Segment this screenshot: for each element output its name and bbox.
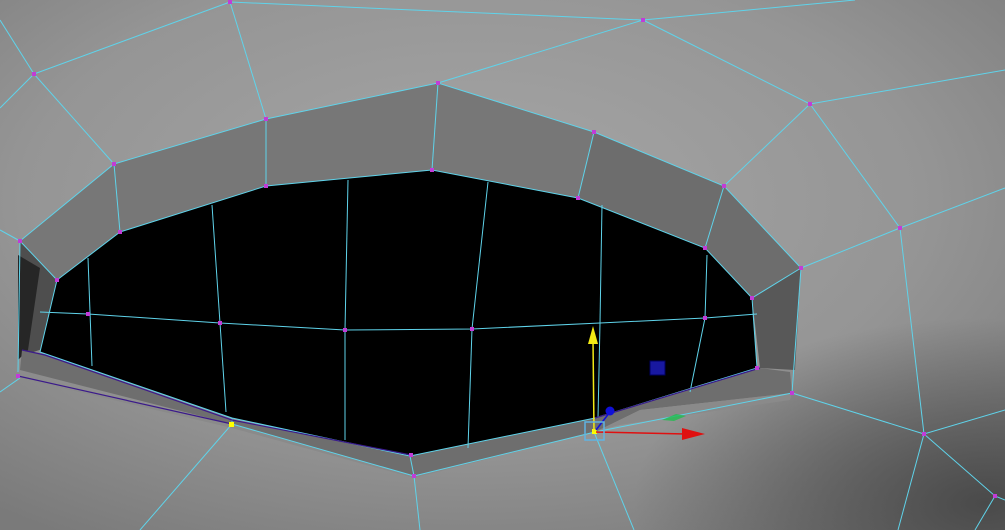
vertex[interactable] — [32, 72, 36, 76]
vertex[interactable] — [218, 321, 222, 325]
vertex[interactable] — [55, 278, 59, 282]
vertex[interactable] — [430, 168, 434, 172]
vertex[interactable] — [922, 432, 926, 436]
vertex[interactable] — [409, 453, 413, 457]
vertex[interactable] — [722, 184, 726, 188]
y-axis-line[interactable] — [592, 339, 595, 433]
vertex[interactable] — [264, 184, 268, 188]
vertex[interactable] — [228, 0, 232, 4]
vertex[interactable] — [703, 246, 707, 250]
vertex[interactable] — [18, 239, 22, 243]
vertex[interactable] — [343, 328, 347, 332]
vertex[interactable] — [118, 230, 122, 234]
vertex[interactable] — [755, 366, 759, 370]
vertex[interactable] — [86, 312, 90, 316]
vertex[interactable] — [264, 117, 268, 121]
vertex[interactable] — [470, 327, 474, 331]
mesh-scene[interactable] — [0, 0, 1005, 530]
vertex[interactable] — [799, 266, 803, 270]
vertex[interactable] — [750, 296, 754, 300]
plane-handle-icon[interactable] — [649, 360, 666, 376]
vertex[interactable] — [993, 494, 997, 498]
vertex[interactable] — [576, 196, 580, 200]
vertex[interactable] — [898, 226, 902, 230]
3d-viewport[interactable] — [0, 0, 1005, 530]
vertex[interactable] — [436, 81, 440, 85]
vertex[interactable] — [412, 474, 416, 478]
vertex[interactable] — [790, 391, 794, 395]
vertex[interactable] — [112, 162, 116, 166]
vertex[interactable] — [641, 18, 645, 22]
vertex[interactable] — [808, 102, 812, 106]
vertex[interactable] — [703, 316, 707, 320]
z-axis-handle-icon[interactable] — [605, 406, 615, 416]
selected-vertex[interactable] — [229, 422, 234, 427]
vertex[interactable] — [16, 374, 20, 378]
vertex[interactable] — [592, 130, 596, 134]
